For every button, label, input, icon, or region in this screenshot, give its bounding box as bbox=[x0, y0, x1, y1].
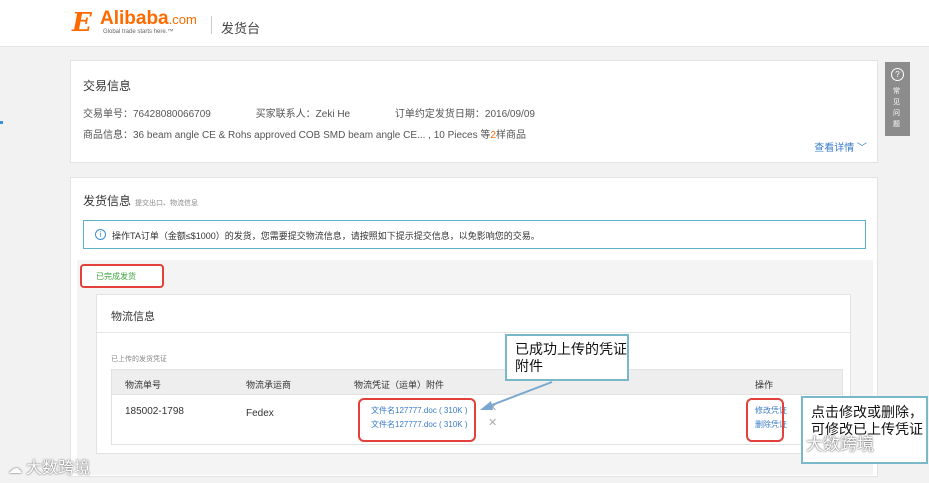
order-info-title: 交易信息 bbox=[83, 79, 132, 93]
actions-highlight bbox=[746, 398, 784, 442]
notice-banner: i 操作TA订单（金额≤$1000）的发货，您需要提交物流信息，请按照如下提示提… bbox=[83, 220, 866, 249]
attachments-highlight bbox=[358, 398, 476, 442]
column-header-attachment: 物流凭证（运单）附件 bbox=[354, 380, 445, 390]
order-number: 交易单号：76428080066709 bbox=[83, 109, 211, 120]
watermark-overlay: 大数跨境 bbox=[806, 435, 874, 454]
question-icon: ? bbox=[891, 68, 904, 81]
logo-tagline: Global trade starts here.™ bbox=[103, 29, 174, 35]
status-badge: 已完成发货 bbox=[80, 264, 164, 288]
uploaded-docs-label: 已上传的发货凭证 bbox=[111, 356, 167, 363]
column-header-actions: 操作 bbox=[755, 380, 774, 390]
alibaba-logo-mark: E bbox=[72, 8, 92, 38]
divider bbox=[97, 332, 850, 333]
remove-file-icon[interactable]: ✕ bbox=[488, 416, 497, 429]
view-details-link[interactable]: 查看详情 ﹀ bbox=[814, 139, 867, 154]
column-header-tracking: 物流单号 bbox=[125, 380, 162, 390]
buyer-contact: 买家联系人：Zeki He bbox=[255, 109, 351, 120]
edge-marker bbox=[0, 121, 3, 124]
faq-label: 常见问题 bbox=[893, 88, 900, 128]
page-title: 发货台 bbox=[221, 21, 261, 36]
wechat-icon: ☁ bbox=[8, 460, 22, 476]
notice-text: 操作TA订单（金额≤$1000）的发货，您需要提交物流信息，请按照如下提示提交信… bbox=[112, 231, 540, 241]
carrier-name: Fedex bbox=[246, 408, 274, 419]
order-info-panel: 交易信息 交易单号：76428080066709 买家联系人：Zeki He 订… bbox=[70, 60, 878, 163]
logo-wordmark: Alibaba.com bbox=[100, 8, 197, 29]
faq-side-tab[interactable]: ? 常见问题 bbox=[885, 62, 910, 136]
shipping-info-subtitle: 提交出口、物流信息 bbox=[135, 200, 199, 207]
upload-success-callout: 已成功上传的凭证附件 bbox=[505, 334, 629, 381]
shipping-info-title: 发货信息 提交出口、物流信息 bbox=[83, 194, 199, 208]
logistics-title: 物流信息 bbox=[111, 311, 155, 323]
ship-date: 订单约定发货日期：2016/09/09 bbox=[394, 109, 535, 120]
header-divider bbox=[211, 16, 212, 34]
info-icon: i bbox=[95, 229, 106, 240]
order-meta-row: 交易单号：76428080066709 买家联系人：Zeki He 订单约定发货… bbox=[83, 105, 535, 120]
goods-info: 商品信息：36 beam angle CE & Rohs approved CO… bbox=[83, 130, 526, 141]
alibaba-logo[interactable]: E Alibaba.com Global trade starts here.™ bbox=[72, 9, 212, 39]
column-header-carrier: 物流承运商 bbox=[246, 380, 292, 390]
table-header: 物流单号 物流承运商 物流凭证（运单）附件 操作 bbox=[111, 369, 843, 395]
remove-file-icon[interactable]: ✕ bbox=[488, 401, 497, 414]
top-header: E Alibaba.com Global trade starts here.™… bbox=[0, 0, 929, 47]
table-row: 185002-1798 Fedex 文件名127777.doc ( 310K )… bbox=[111, 395, 843, 445]
watermark: ☁ 大数跨境 bbox=[8, 460, 91, 477]
tracking-number: 185002-1798 bbox=[125, 406, 184, 417]
